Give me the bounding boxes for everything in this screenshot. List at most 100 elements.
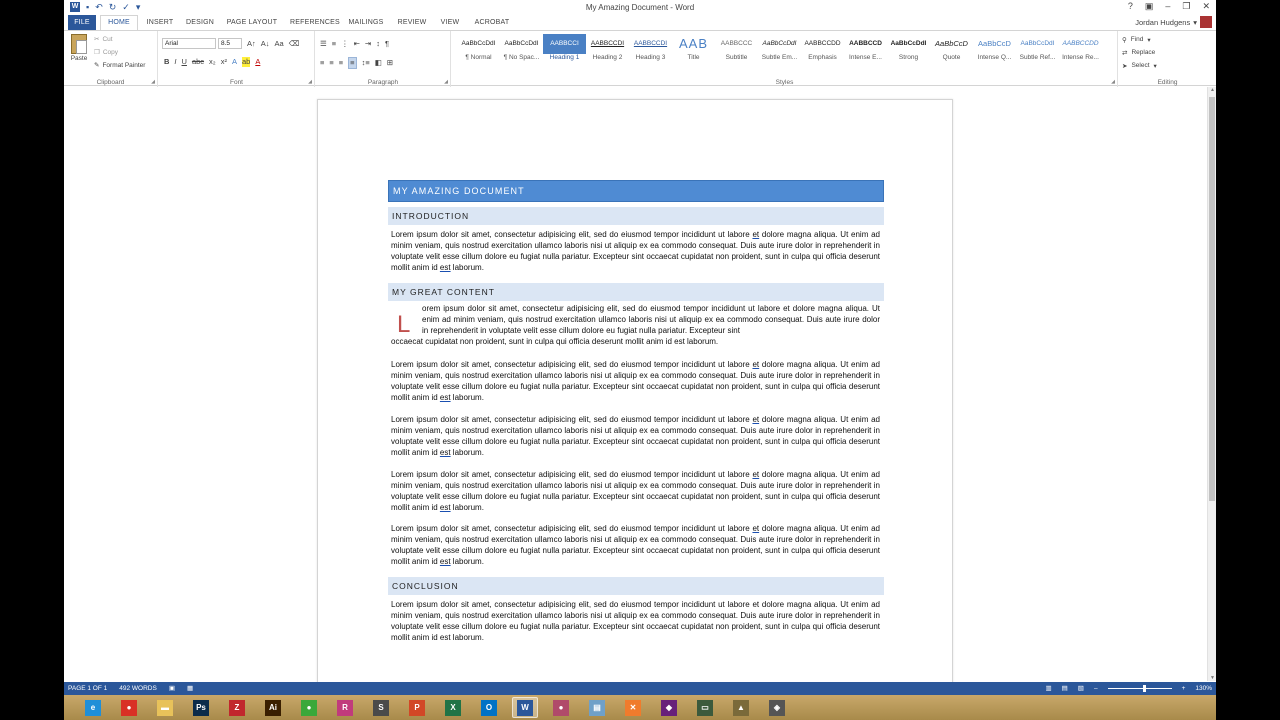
font-size-select[interactable]: 8.5 [218, 38, 242, 49]
strikethrough-icon[interactable]: abc [192, 57, 204, 67]
dialog-launcher-icon[interactable]: ◢ [151, 79, 155, 85]
tab-acrobat[interactable]: ACROBAT [472, 15, 512, 30]
style-intense-emphasis[interactable]: AABBCCD Intense E... [844, 34, 887, 72]
help-icon[interactable]: ? [1128, 1, 1133, 12]
sort-icon[interactable]: ↕ [376, 39, 380, 49]
taskbar-item[interactable]: ● [296, 697, 322, 718]
tab-insert[interactable]: INSERT [144, 15, 176, 30]
zoom-level[interactable]: 130% [1195, 682, 1212, 695]
style-intense-quote[interactable]: AaBbCcD Intense Q... [973, 34, 1016, 72]
vertical-scrollbar[interactable]: ▲ ▼ [1207, 87, 1216, 681]
zoom-out-icon[interactable]: – [1094, 682, 1098, 695]
tab-references[interactable]: REFERENCES [290, 15, 340, 30]
highlight-icon[interactable]: ab [241, 57, 251, 67]
bullets-icon[interactable]: ☰ [320, 39, 327, 49]
style-intense-reference[interactable]: AABBCCDD Intense Re... [1059, 34, 1102, 72]
print-layout-icon[interactable]: ▤ [1062, 682, 1068, 695]
scroll-down-icon[interactable]: ▼ [1208, 675, 1216, 681]
shrink-font-icon[interactable]: A↓ [261, 39, 270, 49]
minimize-icon[interactable]: – [1165, 1, 1170, 12]
taskbar-item[interactable]: O [476, 697, 502, 718]
taskbar-item[interactable]: ▭ [692, 697, 718, 718]
tab-page-layout[interactable]: PAGE LAYOUT [226, 15, 278, 30]
font-family-select[interactable]: Arial [162, 38, 216, 49]
page-count[interactable]: PAGE 1 OF 1 [68, 682, 107, 695]
scroll-up-icon[interactable]: ▲ [1208, 87, 1216, 93]
select-button[interactable]: ➤ Select ▾ [1122, 62, 1157, 70]
user-account[interactable]: Jordan Hudgens ▾ [1135, 16, 1212, 28]
zoom-slider[interactable] [1107, 685, 1172, 692]
taskbar-item[interactable]: Ps [188, 697, 214, 718]
taskbar-item[interactable]: ● [116, 697, 142, 718]
align-left-icon[interactable]: ≡ [320, 58, 324, 68]
taskbar-item[interactable]: Z [224, 697, 250, 718]
style-subtle-emphasis[interactable]: AaBbCcDdI Subtle Em... [758, 34, 801, 72]
taskbar-item[interactable]: S [368, 697, 394, 718]
close-icon[interactable]: ✕ [1202, 1, 1210, 12]
style-subtle-reference[interactable]: AaBbCcDdI Subtle Ref... [1016, 34, 1059, 72]
tab-view[interactable]: VIEW [438, 15, 462, 30]
macro-icon[interactable]: ▦ [187, 682, 193, 695]
find-button[interactable]: ⚲ Find ▾ [1122, 36, 1151, 44]
style-subtitle[interactable]: AABBCCC Subtitle [715, 34, 758, 72]
taskbar-item[interactable]: ▤ [584, 697, 610, 718]
style-heading-2[interactable]: AABBCCDI Heading 2 [586, 34, 629, 72]
style-no-spacing[interactable]: AaBbCcDdI ¶ No Spac... [500, 34, 543, 72]
dialog-launcher-icon[interactable]: ◢ [1111, 79, 1115, 85]
tab-home[interactable]: HOME [100, 15, 138, 30]
taskbar-item[interactable]: X [440, 697, 466, 718]
justify-icon[interactable]: ≡ [348, 57, 357, 69]
taskbar-item[interactable]: P [404, 697, 430, 718]
taskbar-item[interactable]: R [332, 697, 358, 718]
superscript-icon[interactable]: x² [221, 57, 227, 67]
restore-icon[interactable]: ❐ [1182, 1, 1190, 12]
format-painter-button[interactable]: ✎ Format Painter [94, 61, 145, 70]
style-strong[interactable]: AaBbCcDdI Strong [887, 34, 930, 72]
clear-format-icon[interactable]: ⌫ [289, 39, 300, 49]
ribbon-display-icon[interactable]: ▣ [1145, 1, 1154, 12]
borders-icon[interactable]: ⊞ [387, 58, 393, 68]
align-right-icon[interactable]: ≡ [339, 58, 343, 68]
taskbar-item[interactable]: ▲ [728, 697, 754, 718]
decrease-indent-icon[interactable]: ⇤ [354, 39, 360, 49]
text-effects-icon[interactable]: A [232, 57, 237, 67]
read-mode-icon[interactable]: ▥ [1045, 682, 1051, 695]
taskbar-item[interactable]: ◈ [764, 697, 790, 718]
taskbar-item[interactable]: e [80, 697, 106, 718]
dialog-launcher-icon[interactable]: ◢ [308, 79, 312, 85]
italic-icon[interactable]: I [174, 57, 176, 67]
style-heading-1[interactable]: AABBCCI Heading 1 [543, 34, 586, 72]
shading-icon[interactable]: ◧ [375, 58, 382, 68]
tab-file[interactable]: FILE [68, 15, 96, 30]
taskbar-item[interactable]: ● [548, 697, 574, 718]
zoom-in-icon[interactable]: + [1182, 682, 1186, 695]
multilevel-list-icon[interactable]: ⋮ [341, 39, 349, 49]
subscript-icon[interactable]: x₂ [209, 57, 216, 67]
bold-icon[interactable]: B [164, 57, 169, 67]
taskbar-item[interactable]: ▬ [152, 697, 178, 718]
replace-button[interactable]: ⇄ Replace [1122, 49, 1155, 57]
align-center-icon[interactable]: ≡ [329, 58, 333, 68]
scrollbar-thumb[interactable] [1209, 97, 1215, 501]
copy-button[interactable]: ❐ Copy [94, 48, 118, 57]
dialog-launcher-icon[interactable]: ◢ [444, 79, 448, 85]
taskbar-item[interactable]: Ai [260, 697, 286, 718]
tab-design[interactable]: DESIGN [184, 15, 216, 30]
taskbar-item[interactable]: W [512, 697, 538, 718]
word-count[interactable]: 492 WORDS [119, 682, 157, 695]
document-page[interactable]: MY AMAZING DOCUMENT INTRODUCTION Lorem i… [317, 99, 953, 695]
style-quote[interactable]: AaBbCcD Quote [930, 34, 973, 72]
tab-review[interactable]: REVIEW [396, 15, 428, 30]
increase-indent-icon[interactable]: ⇥ [365, 39, 371, 49]
paste-button[interactable]: Paste [68, 34, 90, 62]
grow-font-icon[interactable]: A↑ [247, 39, 256, 49]
line-spacing-icon[interactable]: ↕≡ [362, 58, 370, 68]
pilcrow-icon[interactable]: ¶ [385, 39, 389, 49]
style-title[interactable]: AAB Title [672, 34, 715, 72]
taskbar-item[interactable]: ◆ [656, 697, 682, 718]
style-emphasis[interactable]: AABBCCDD Emphasis [801, 34, 844, 72]
numbering-icon[interactable]: ≡ [332, 39, 336, 49]
proofing-icon[interactable]: ▣ [169, 682, 175, 695]
style-heading-3[interactable]: AABBCCDI Heading 3 [629, 34, 672, 72]
cut-button[interactable]: ✂ Cut [94, 35, 113, 44]
